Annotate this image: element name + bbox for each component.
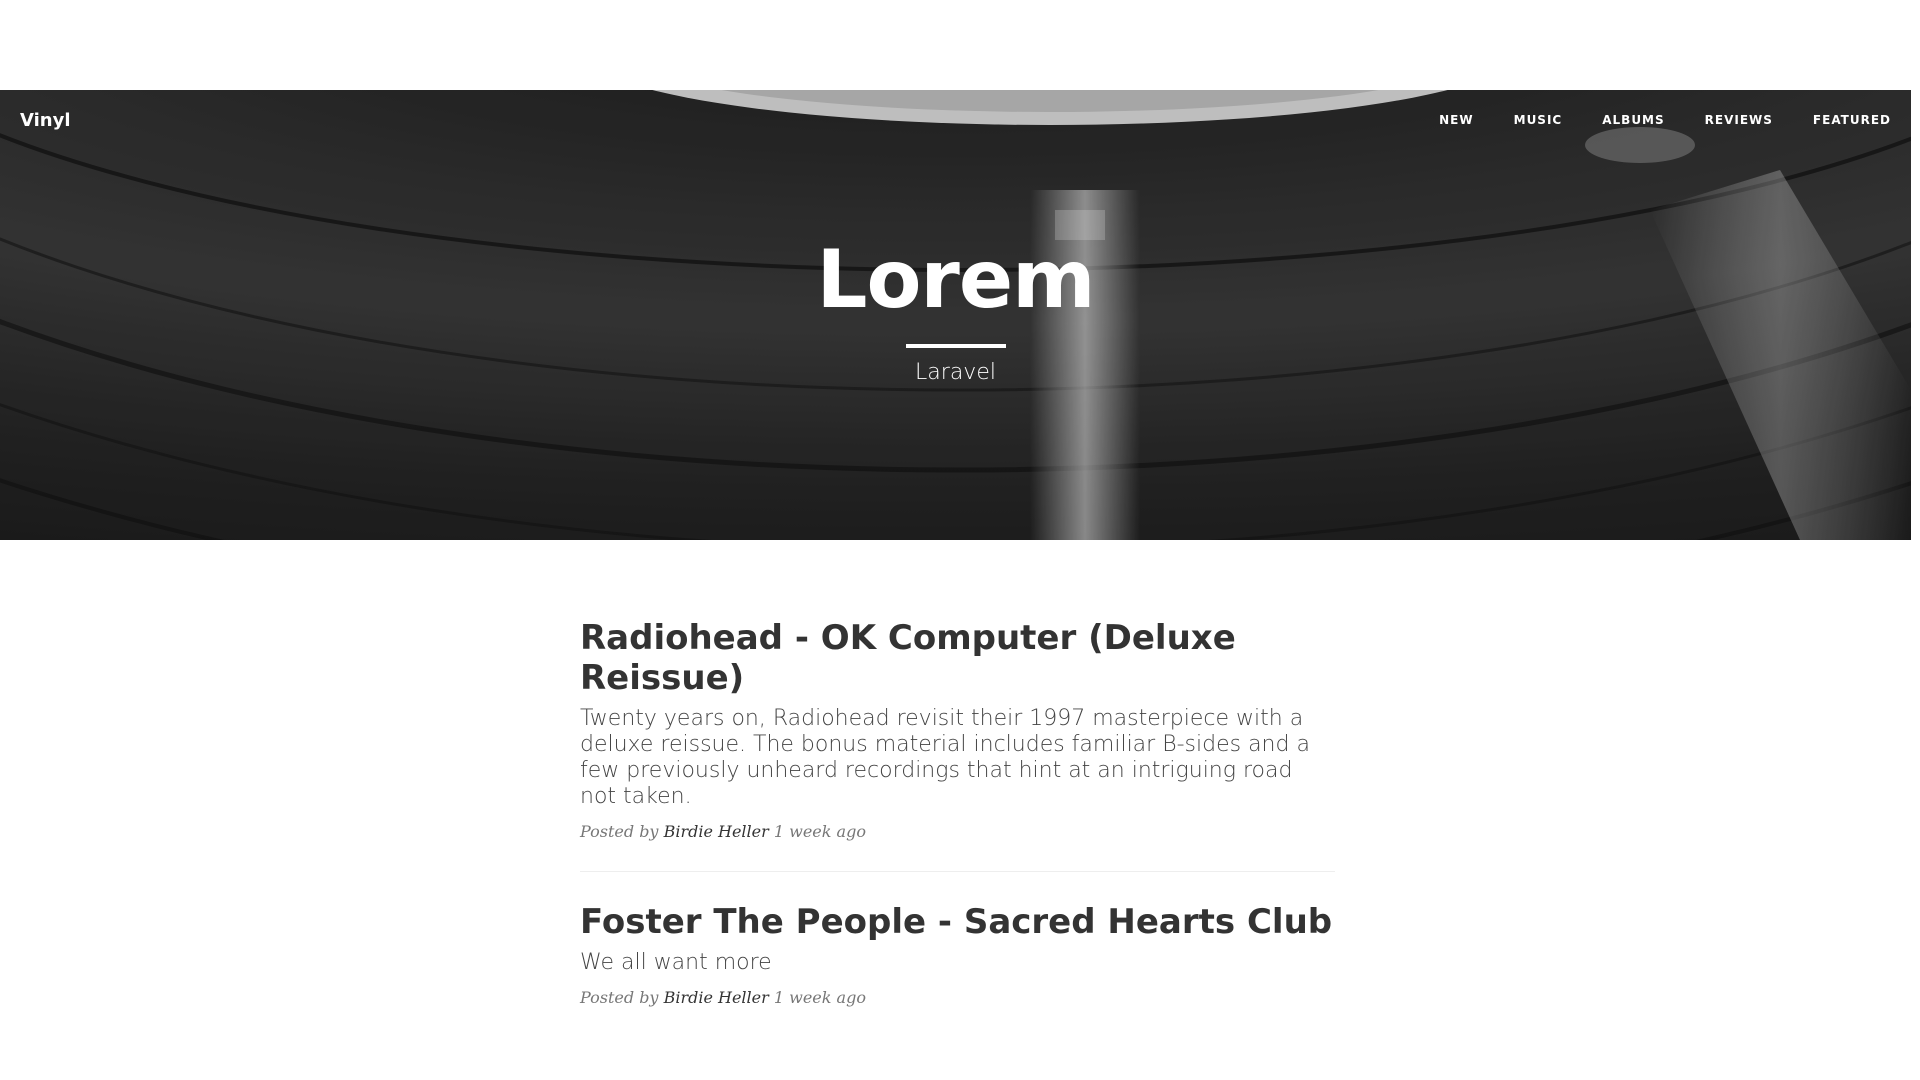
nav-item-reviews[interactable]: REVIEWS bbox=[1705, 113, 1773, 127]
brand-logo[interactable]: Vinyl bbox=[20, 110, 71, 131]
post-excerpt[interactable]: Twenty years on, Radiohead revisit their… bbox=[580, 706, 1335, 810]
post-title[interactable]: Foster The People - Sacred Hearts Club bbox=[580, 902, 1335, 942]
hero-subtitle: Laravel bbox=[915, 360, 996, 385]
post-meta: Posted by Birdie Heller 1 week ago bbox=[580, 988, 1335, 1007]
post-time: 1 week ago bbox=[773, 822, 866, 841]
post-excerpt[interactable]: We all want more bbox=[580, 950, 1335, 976]
nav-item-music[interactable]: MUSIC bbox=[1514, 113, 1563, 127]
main-nav: NEW MUSIC ALBUMS REVIEWS FEATURED bbox=[1399, 113, 1891, 127]
post-author-link[interactable]: Birdie Heller bbox=[664, 822, 769, 841]
nav-item-featured[interactable]: FEATURED bbox=[1813, 113, 1891, 127]
post-meta-prefix: Posted by bbox=[580, 988, 659, 1007]
nav-item-albums[interactable]: ALBUMS bbox=[1602, 113, 1664, 127]
post-meta: Posted by Birdie Heller 1 week ago bbox=[580, 822, 1335, 841]
hero-divider bbox=[905, 344, 1006, 348]
post-author-link[interactable]: Birdie Heller bbox=[664, 988, 769, 1007]
post-title[interactable]: Radiohead - OK Computer (Deluxe Reissue) bbox=[580, 618, 1335, 698]
hero-title: Lorem bbox=[816, 233, 1095, 326]
post-preview: Foster The People - Sacred Hearts Club W… bbox=[580, 902, 1335, 1007]
post-preview: Radiohead - OK Computer (Deluxe Reissue)… bbox=[580, 618, 1335, 841]
post-divider bbox=[580, 871, 1335, 872]
site-heading: Lorem Laravel bbox=[0, 233, 1911, 386]
post-meta-prefix: Posted by bbox=[580, 822, 659, 841]
post-time: 1 week ago bbox=[773, 988, 866, 1007]
post-list: Radiohead - OK Computer (Deluxe Reissue)… bbox=[580, 618, 1335, 1007]
page: Vinyl NEW MUSIC ALBUMS REVIEWS FEATURED … bbox=[0, 0, 1920, 1080]
nav-item-new[interactable]: NEW bbox=[1439, 113, 1473, 127]
hero-header: Vinyl NEW MUSIC ALBUMS REVIEWS FEATURED … bbox=[0, 90, 1911, 540]
